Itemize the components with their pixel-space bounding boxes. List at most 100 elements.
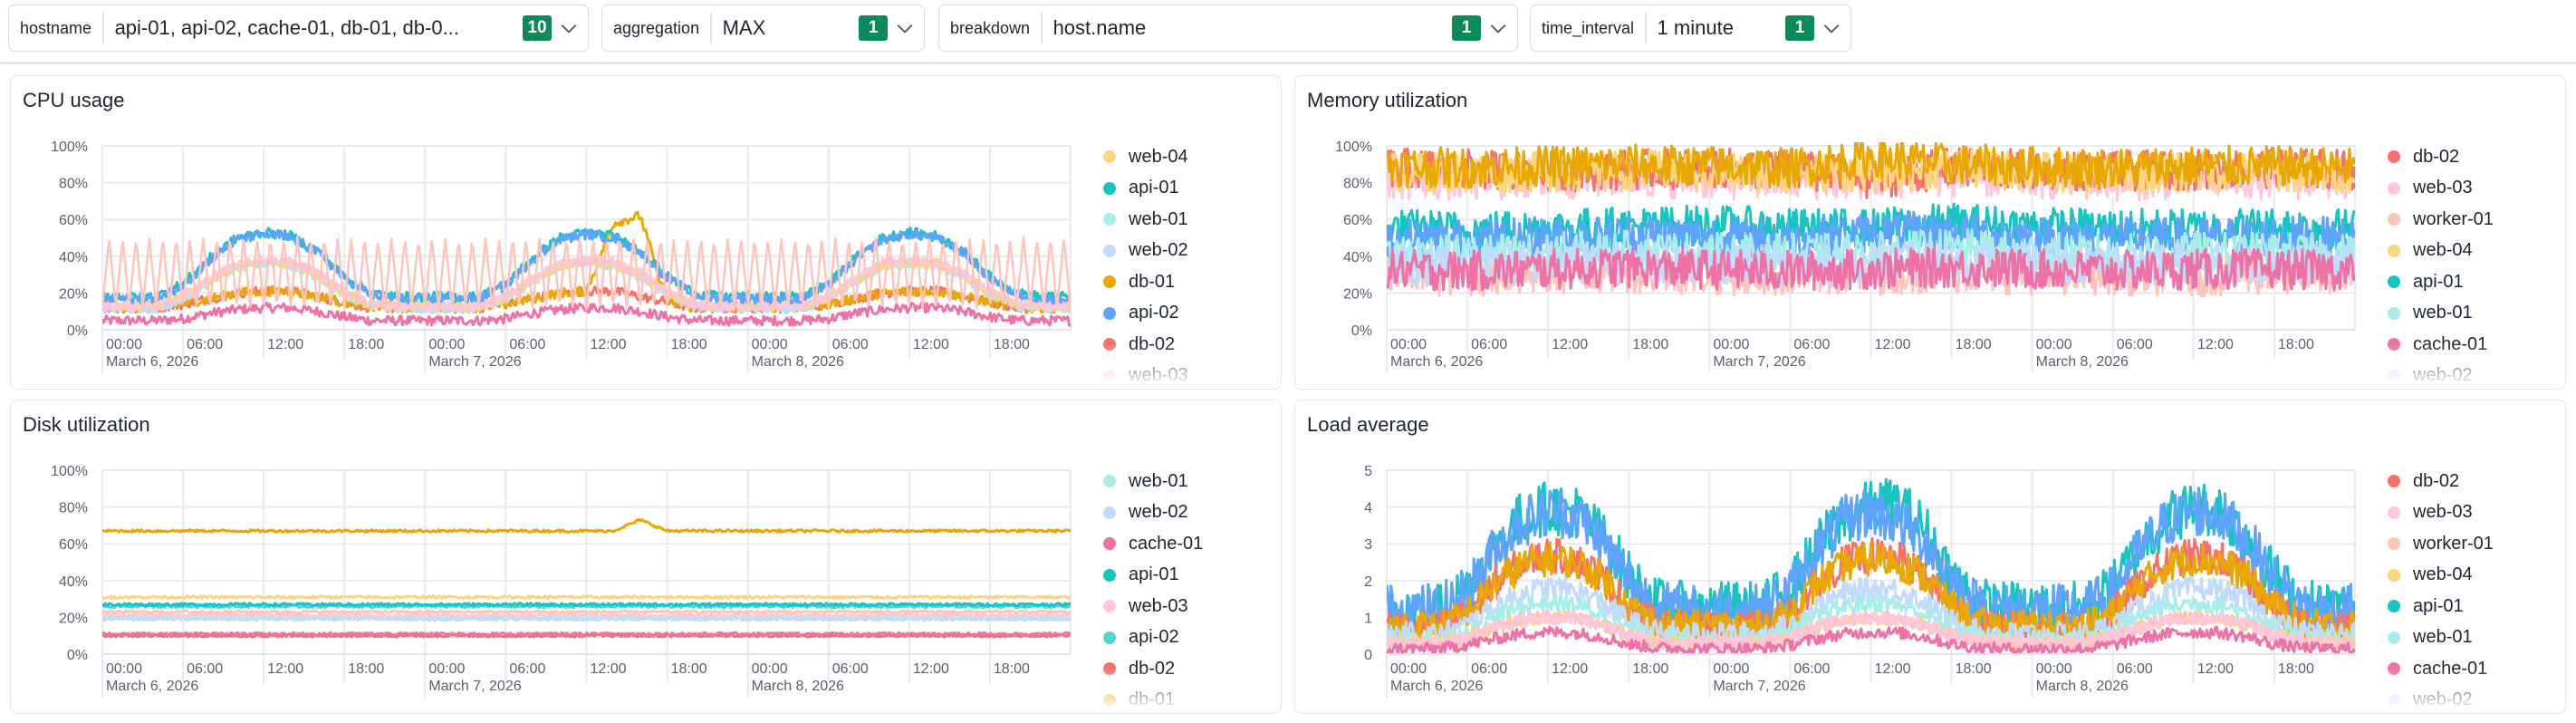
- legend-label: api-01: [1129, 564, 1179, 585]
- hostname-filter[interactable]: hostname api-01, api-02, cache-01, db-01…: [8, 5, 589, 52]
- cpu-usage-chart[interactable]: 0% 20% 40% 60% 80% 100% 00:00 March 6, 2026 06:0…: [11, 76, 1283, 390]
- legend-item[interactable]: worker-01: [2379, 204, 2555, 236]
- legend-item[interactable]: web-02: [1094, 236, 1271, 267]
- x-tick-label: 18:00: [994, 661, 1030, 677]
- x-tick-label: 18:00: [1632, 337, 1668, 352]
- x-tick-label: 06:00: [1793, 661, 1830, 677]
- x-tick-label: 12:00: [1875, 337, 1911, 352]
- legend-item[interactable]: cache-01: [1094, 528, 1271, 560]
- x-tick-label: 12:00: [1552, 337, 1588, 352]
- legend-dot-icon: [1103, 631, 1116, 644]
- legend-dot-icon: [1103, 662, 1116, 676]
- legend-item[interactable]: api-01: [1094, 173, 1271, 205]
- legend-item[interactable]: web-03: [1094, 361, 1271, 382]
- series-line-cache-01[interactable]: [102, 631, 1071, 637]
- legend-label: cache-01: [1129, 533, 1204, 554]
- legend-label: db-01: [1129, 271, 1176, 292]
- series-line-worker-01[interactable]: [102, 609, 1071, 615]
- legend-item[interactable]: cache-01: [2379, 329, 2555, 361]
- legend-dot-icon: [2388, 306, 2400, 320]
- legend-item[interactable]: db-02: [1094, 653, 1271, 685]
- legend-dot-icon: [2388, 150, 2400, 164]
- filter-label: hostname: [20, 18, 92, 37]
- legend-dot-icon: [1103, 244, 1116, 257]
- x-tick-label: 00:00: [752, 661, 788, 677]
- legend-dot-icon: [1103, 693, 1116, 707]
- series-line-api-01[interactable]: [102, 602, 1071, 608]
- legend-item[interactable]: web-04: [1094, 141, 1271, 173]
- legend-dot-icon: [1103, 150, 1116, 164]
- series-line-web-03[interactable]: [102, 612, 1071, 619]
- breakdown-filter[interactable]: breakdown host.name 1: [938, 5, 1518, 52]
- x-tick-label: 06:00: [832, 337, 869, 352]
- legend-item[interactable]: web-03: [2379, 173, 2555, 205]
- legend-item[interactable]: db-02: [2379, 141, 2555, 173]
- legend-dot-icon: [2388, 244, 2400, 257]
- legend-label: worker-01: [2413, 533, 2494, 554]
- x-tick-label: 18:00: [1956, 337, 1992, 352]
- legend-item[interactable]: db-02: [1094, 329, 1271, 361]
- x-date-label: March 7, 2026: [428, 679, 521, 694]
- chart-legend[interactable]: db-02 web-03 worker-01 web-04 api-01 web-01 ca…: [2379, 466, 2555, 707]
- legend-item[interactable]: web-01: [2379, 622, 2555, 654]
- y-tick-label: 60%: [59, 537, 88, 553]
- legend-dot-icon: [1103, 506, 1116, 519]
- legend-dot-icon: [1103, 181, 1116, 195]
- aggregation-filter[interactable]: aggregation MAX 1: [601, 5, 925, 52]
- x-tick-label: 00:00: [106, 661, 142, 677]
- x-tick-label: 18:00: [1956, 661, 1992, 677]
- legend-item[interactable]: api-02: [1094, 622, 1271, 654]
- legend-item[interactable]: cache-01: [2379, 653, 2555, 685]
- legend-dot-icon: [2388, 662, 2400, 676]
- legend-item[interactable]: db-01: [1094, 685, 1271, 707]
- chevron-down-icon[interactable]: [1488, 18, 1508, 38]
- x-tick-label: 00:00: [1390, 337, 1427, 352]
- legend-label: web-02: [1129, 502, 1188, 523]
- legend-item[interactable]: api-02: [1094, 298, 1271, 330]
- chevron-down-icon[interactable]: [895, 18, 915, 38]
- y-tick-label: 20%: [59, 611, 88, 626]
- legend-item[interactable]: web-04: [2379, 560, 2555, 592]
- legend-item[interactable]: worker-01: [2379, 528, 2555, 560]
- y-tick-label: 100%: [51, 464, 88, 479]
- legend-item[interactable]: web-03: [2379, 497, 2555, 529]
- y-tick-label: 5: [1364, 464, 1372, 479]
- x-date-label: March 8, 2026: [752, 354, 844, 370]
- x-tick-label: 00:00: [106, 337, 142, 352]
- y-tick-label: 0%: [67, 323, 88, 339]
- legend-item[interactable]: web-02: [1094, 497, 1271, 529]
- legend-item[interactable]: api-01: [1094, 560, 1271, 592]
- legend-dot-icon: [2388, 537, 2400, 551]
- chart-legend[interactable]: web-01 web-02 cache-01 api-01 web-03 api-02 db…: [1094, 466, 1271, 707]
- y-tick-label: 2: [1364, 574, 1372, 590]
- legend-label: db-02: [1129, 333, 1176, 354]
- x-tick-label: 00:00: [752, 337, 788, 352]
- memory-utilization-chart[interactable]: 0% 20% 40% 60% 80% 100% 00:00 March 6, 2026 06:0…: [1295, 76, 2567, 390]
- count-badge: 10: [523, 15, 552, 41]
- filter-value: api-01, api-02, cache-01, db-01, db-0...: [114, 16, 459, 39]
- chevron-down-icon[interactable]: [559, 18, 579, 38]
- count-badge: 1: [1785, 15, 1814, 41]
- legend-item[interactable]: db-02: [2379, 466, 2555, 497]
- x-tick-label: 12:00: [1552, 661, 1588, 677]
- x-tick-label: 18:00: [671, 661, 707, 677]
- legend-dot-icon: [2388, 275, 2400, 289]
- chevron-down-icon[interactable]: [1821, 18, 1841, 38]
- filter-value: MAX: [722, 16, 766, 39]
- disk-utilization-chart[interactable]: 0% 20% 40% 60% 80% 100% 00:00 March 6, 2026 06:0…: [11, 400, 1283, 715]
- load-average-chart[interactable]: 0 1 2 3 4 5 00:00 March 6, 2026 06:00 12:00 18:00 0…: [1295, 400, 2567, 715]
- legend-item[interactable]: api-01: [2379, 266, 2555, 298]
- legend-item[interactable]: web-02: [2379, 685, 2555, 707]
- legend-item[interactable]: web-01: [1094, 204, 1271, 236]
- chart-legend[interactable]: web-04 api-01 web-01 web-02 db-01 api-02 db-02…: [1094, 141, 1271, 382]
- chart-legend[interactable]: db-02 web-03 worker-01 web-04 api-01 web-01 ca…: [2379, 141, 2555, 382]
- legend-item[interactable]: web-03: [1094, 591, 1271, 622]
- load-average-panel: Load average 0 1 2 3 4 5 00:00 March 6, 2026 06:…: [1294, 400, 2566, 714]
- time-interval-filter[interactable]: time_interval 1 minute 1: [1530, 5, 1851, 52]
- legend-item[interactable]: db-01: [1094, 266, 1271, 298]
- legend-item[interactable]: web-01: [1094, 466, 1271, 497]
- legend-item[interactable]: web-04: [2379, 236, 2555, 267]
- legend-item[interactable]: web-01: [2379, 298, 2555, 330]
- legend-item[interactable]: api-01: [2379, 591, 2555, 622]
- legend-item[interactable]: web-02: [2379, 361, 2555, 382]
